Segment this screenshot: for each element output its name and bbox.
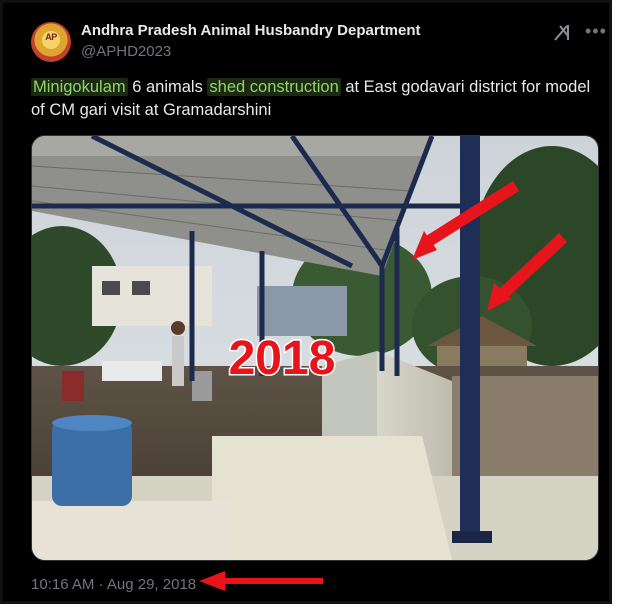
shed-photo: 2018 xyxy=(32,136,598,560)
grok-icon[interactable] xyxy=(551,21,573,43)
tweet-timestamp[interactable]: 10:16 AM · Aug 29, 2018 xyxy=(31,576,196,593)
year-overlay-label: 2018 xyxy=(229,332,336,385)
department-logo-icon: AP xyxy=(45,32,57,42)
annotation-arrow-icon xyxy=(199,571,323,591)
highlighted-term: Minigokulam xyxy=(31,78,128,96)
text-segment: 6 animals xyxy=(127,78,208,96)
tweet-text: Minigokulam 6 animals shed construction … xyxy=(31,76,591,122)
highlighted-term: shed construction xyxy=(207,78,341,96)
author-name[interactable]: Andhra Pradesh Animal Husbandry Departme… xyxy=(81,22,421,39)
tweet-card: AP Andhra Pradesh Animal Husbandry Depar… xyxy=(0,0,612,604)
author-handle[interactable]: @APHD2023 xyxy=(81,43,171,60)
avatar[interactable]: AP xyxy=(31,22,71,62)
tweet-photo[interactable]: 2018 xyxy=(31,135,599,561)
more-options-icon[interactable]: ••• xyxy=(585,22,607,40)
